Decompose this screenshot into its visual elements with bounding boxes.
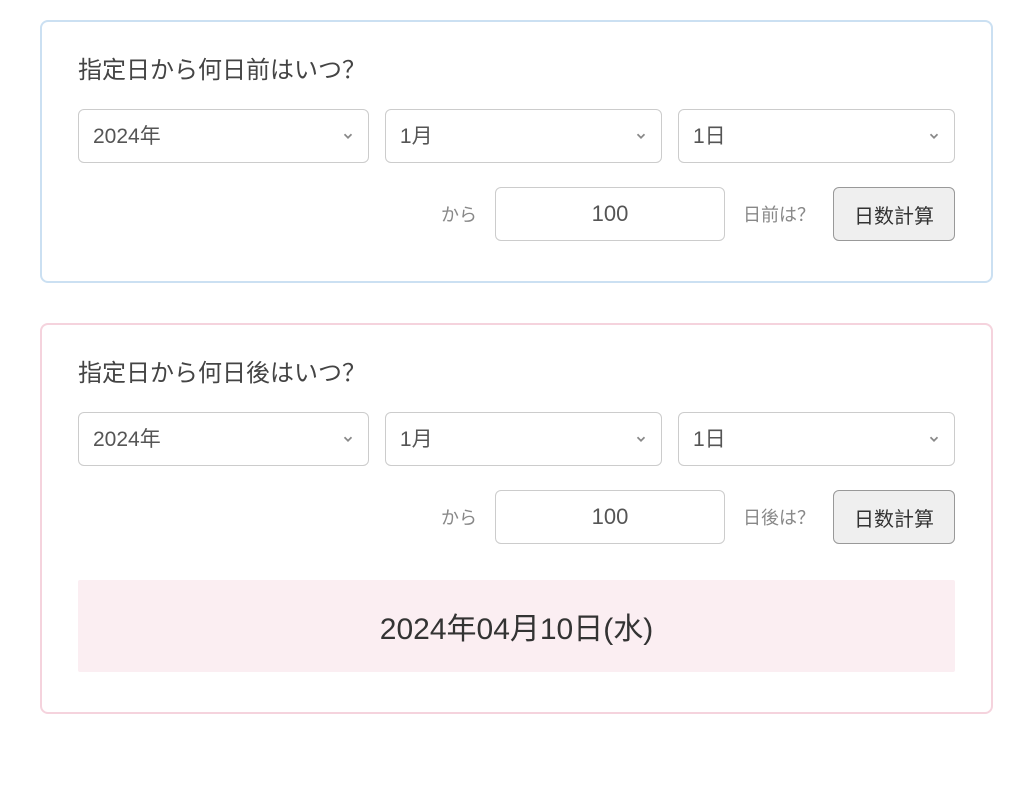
calc-row: から 日前は？ 日数計算: [78, 187, 955, 241]
year-select[interactable]: 2024年: [78, 109, 369, 163]
date-selector-row: 2024年 1月 1日: [78, 109, 955, 163]
days-after-panel: 指定日から何日後はいつ？ 2024年 1月 1日 から 日後は？ 日数計算 20…: [40, 323, 993, 714]
month-select-wrap: 1月: [385, 412, 662, 466]
days-before-suffix-label: 日前は？: [743, 201, 815, 227]
days-before-input[interactable]: [495, 187, 725, 241]
year-select[interactable]: 2024年: [78, 412, 369, 466]
days-before-panel: 指定日から何日前はいつ？ 2024年 1月 1日 から 日前は？ 日数計算: [40, 20, 993, 283]
from-label: から: [441, 504, 477, 530]
month-select[interactable]: 1月: [385, 412, 662, 466]
days-after-suffix-label: 日後は？: [743, 504, 815, 530]
year-select-wrap: 2024年: [78, 109, 369, 163]
day-select-wrap: 1日: [678, 109, 955, 163]
calculate-before-button[interactable]: 日数計算: [833, 187, 955, 241]
calculate-after-button[interactable]: 日数計算: [833, 490, 955, 544]
day-select-wrap: 1日: [678, 412, 955, 466]
calc-row: から 日後は？ 日数計算: [78, 490, 955, 544]
year-select-wrap: 2024年: [78, 412, 369, 466]
from-label: から: [441, 201, 477, 227]
day-select[interactable]: 1日: [678, 412, 955, 466]
day-select[interactable]: 1日: [678, 109, 955, 163]
days-after-input[interactable]: [495, 490, 725, 544]
date-selector-row: 2024年 1月 1日: [78, 412, 955, 466]
month-select-wrap: 1月: [385, 109, 662, 163]
days-after-title: 指定日から何日後はいつ？: [78, 353, 955, 388]
result-text: 2024年04月10日(水): [102, 604, 931, 648]
month-select[interactable]: 1月: [385, 109, 662, 163]
result-box: 2024年04月10日(水): [78, 580, 955, 672]
days-before-title: 指定日から何日前はいつ？: [78, 50, 955, 85]
